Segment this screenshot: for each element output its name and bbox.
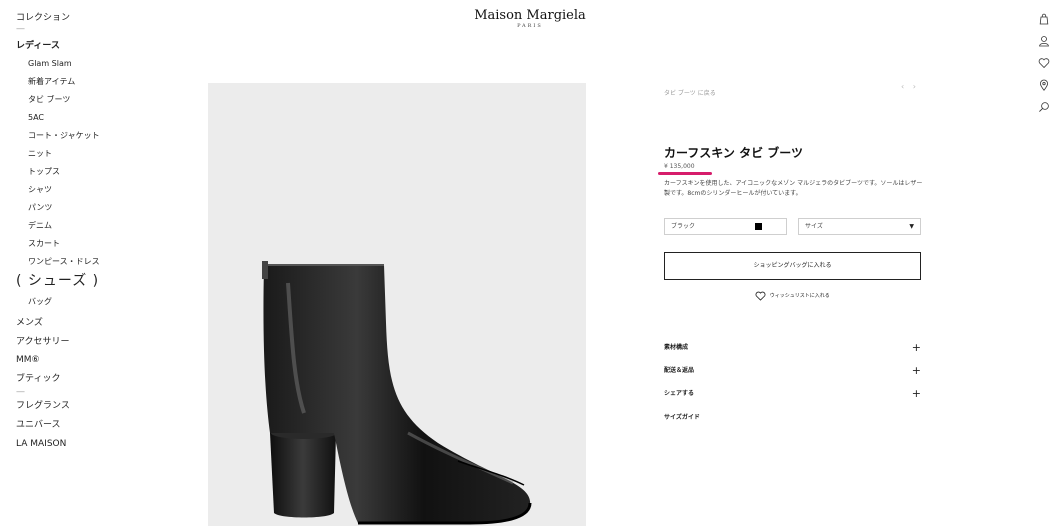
prev-product-button[interactable]: ‹ bbox=[901, 82, 904, 91]
nav-item-shoes-current[interactable]: ( シューズ ) bbox=[16, 273, 186, 290]
add-to-bag-button[interactable]: ショッピングバッグに入れる bbox=[664, 252, 921, 280]
size-select[interactable]: サイズ ▼ bbox=[798, 218, 921, 235]
nav-item-shirts[interactable]: シャツ bbox=[28, 184, 186, 196]
nav-accessories[interactable]: アクセサリー bbox=[16, 336, 186, 348]
nav-fragrance[interactable]: フレグランス bbox=[16, 400, 186, 412]
product-pager: ‹ › bbox=[895, 80, 916, 94]
nav-item-glam-slam[interactable]: Glam Slam bbox=[28, 58, 186, 70]
product-price: ¥ 135,000 bbox=[664, 163, 695, 170]
caret-down-icon: ▼ bbox=[909, 223, 914, 230]
category-sidebar: コレクション — レディース Glam Slam 新着アイテム タビ ブーツ 5… bbox=[16, 12, 186, 450]
plus-icon: + bbox=[911, 341, 921, 354]
nav-mm6[interactable]: MM⑥ bbox=[16, 354, 186, 366]
nav-boutique[interactable]: ブティック bbox=[16, 373, 186, 385]
heart-outline-icon bbox=[755, 291, 766, 301]
plus-icon: + bbox=[911, 364, 921, 377]
color-select-label: ブラック bbox=[671, 223, 696, 230]
nav-item-bags[interactable]: バッグ bbox=[28, 296, 186, 308]
accordion-material[interactable]: 素材構成 + bbox=[664, 341, 921, 355]
nav-item-knitwear[interactable]: ニット bbox=[28, 148, 186, 160]
nav-item-pants[interactable]: パンツ bbox=[28, 202, 186, 214]
nav-item-5ac[interactable]: 5AC bbox=[28, 112, 186, 124]
nav-item-denim[interactable]: デニム bbox=[28, 220, 186, 232]
nav-item-new-arrivals[interactable]: 新着アイテム bbox=[28, 76, 186, 88]
plus-icon: + bbox=[911, 387, 921, 400]
nav-ladies[interactable]: レディース bbox=[16, 40, 186, 52]
color-select[interactable]: ブラック bbox=[664, 218, 787, 235]
accordion-share-label: シェアする bbox=[664, 390, 695, 397]
back-to-tabi-boots-link[interactable]: タビ ブーツ に戻る bbox=[664, 90, 716, 97]
product-description: カーフスキンを使用した、アイコニックなメゾン マルジェラのタビブーツです。ソール… bbox=[664, 180, 923, 197]
size-guide-link[interactable]: サイズガイド bbox=[664, 411, 921, 425]
nav-separator: — bbox=[16, 24, 25, 34]
accordion-material-label: 素材構成 bbox=[664, 344, 689, 351]
size-select-label: サイズ bbox=[805, 223, 823, 230]
product-title: カーフスキン タビ ブーツ bbox=[664, 146, 804, 160]
nav-collection[interactable]: コレクション bbox=[16, 12, 186, 24]
account-icon[interactable] bbox=[1038, 32, 1050, 47]
nav-item-tops[interactable]: トップス bbox=[28, 166, 186, 178]
next-product-button[interactable]: › bbox=[913, 82, 916, 91]
tabi-boot-illustration bbox=[262, 261, 532, 525]
size-guide-label: サイズガイド bbox=[664, 414, 700, 421]
shopping-bag-icon[interactable] bbox=[1038, 10, 1050, 25]
nav-mens[interactable]: メンズ bbox=[16, 317, 186, 329]
nav-item-coats-jackets[interactable]: コート・ジャケット bbox=[28, 130, 186, 142]
header-icons bbox=[1038, 10, 1050, 120]
location-pin-icon[interactable] bbox=[1038, 76, 1050, 91]
color-swatch bbox=[755, 223, 762, 230]
nav-item-dresses[interactable]: ワンピース・ドレス bbox=[28, 256, 186, 268]
nav-universe[interactable]: ユニバース bbox=[16, 419, 186, 431]
heart-icon[interactable] bbox=[1038, 54, 1050, 69]
nav-la-maison[interactable]: LA MAISON bbox=[16, 438, 186, 450]
wishlist-label: ウィッシュリストに入れる bbox=[769, 293, 830, 299]
search-icon[interactable] bbox=[1038, 98, 1050, 112]
price-highlight-underline bbox=[658, 172, 712, 175]
product-image[interactable] bbox=[208, 83, 586, 526]
accordion-shipping-label: 配送＆返品 bbox=[664, 367, 695, 374]
breadcrumb-row: タビ ブーツ に戻る ‹ › bbox=[664, 80, 921, 97]
accordion-share[interactable]: シェアする + bbox=[664, 387, 921, 401]
accordion-shipping-returns[interactable]: 配送＆返品 + bbox=[664, 364, 921, 378]
nav-separator-2: — bbox=[16, 387, 25, 397]
nav-item-skirts[interactable]: スカート bbox=[28, 238, 186, 250]
nav-item-tabi-boots[interactable]: タビ ブーツ bbox=[28, 94, 186, 106]
add-to-wishlist-button[interactable]: ウィッシュリストに入れる bbox=[664, 290, 921, 302]
